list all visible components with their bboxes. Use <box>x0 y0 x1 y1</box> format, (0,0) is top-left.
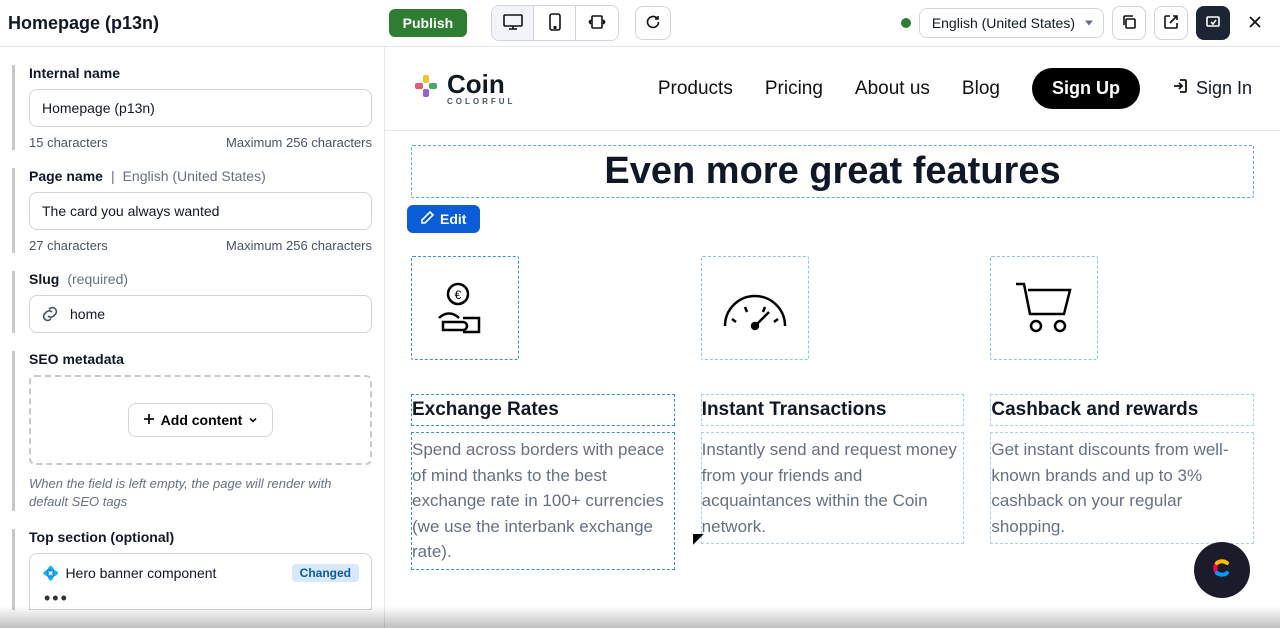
edit-block-button[interactable]: Edit <box>407 205 480 233</box>
field-top-section: Top section (optional) 💠 Hero banner com… <box>12 529 372 610</box>
locale-selector[interactable]: English (United States) <box>919 8 1104 38</box>
external-link-icon <box>1163 14 1179 33</box>
seo-metadata-dropzone[interactable]: Add content <box>29 375 372 465</box>
topbar-right-cluster: English (United States) <box>901 6 1272 40</box>
copy-button[interactable] <box>1112 6 1146 40</box>
preview-pane: Coin COLORFUL Products Pricing About us … <box>385 47 1280 628</box>
diamond-icon: 💠 <box>42 565 59 582</box>
copy-icon <box>1121 14 1137 33</box>
plus-icon <box>143 412 155 428</box>
slug-label: Slug <box>29 271 59 287</box>
features-heading: Even more great features <box>412 150 1253 193</box>
logo-text: Coin <box>447 71 515 97</box>
field-page-name: Page name | English (United States) 27 c… <box>12 168 372 253</box>
editor-sidebar: Internal name 15 characters Maximum 256 … <box>0 47 385 628</box>
signin-icon <box>1172 77 1190 100</box>
mouse-cursor-icon: ◤ <box>693 530 704 547</box>
nav-about[interactable]: About us <box>855 78 930 100</box>
nav-blog[interactable]: Blog <box>962 78 1000 100</box>
component-name: Hero banner component <box>65 565 216 581</box>
hand-coin-icon: € <box>433 274 497 343</box>
editor-topbar: Homepage (p13n) Publish English (United … <box>0 0 1280 47</box>
add-content-button[interactable]: Add content <box>128 403 274 437</box>
slug-input[interactable] <box>29 295 372 333</box>
page-name-count: 27 characters <box>29 238 108 253</box>
site-header: Coin COLORFUL Products Pricing About us … <box>385 47 1280 131</box>
chevron-down-icon <box>248 412 258 428</box>
nav-pricing[interactable]: Pricing <box>765 78 823 100</box>
resize-icon <box>587 14 607 33</box>
seo-hint: When the field is left empty, the page w… <box>29 475 372 511</box>
open-external-button[interactable] <box>1154 6 1188 40</box>
site-logo[interactable]: Coin COLORFUL <box>413 71 515 106</box>
device-responsive-button[interactable] <box>576 6 618 40</box>
svg-text:€: € <box>455 288 462 302</box>
mobile-icon <box>549 13 561 34</box>
page-name-locale: English (United States) <box>123 168 266 184</box>
status-dot-icon <box>901 18 911 28</box>
features-row: € Exchange Rates Spend across borders wi… <box>411 256 1254 570</box>
feature-desc-cashback[interactable]: Get instant discounts from well-known br… <box>990 432 1254 544</box>
internal-name-max: Maximum 256 characters <box>226 135 372 150</box>
feature-icon-instant[interactable] <box>701 256 809 360</box>
field-seo: SEO metadata Add content When the field … <box>12 351 372 511</box>
page-name-label: Page name <box>29 168 103 184</box>
live-preview-icon <box>1205 14 1221 33</box>
feature-title-exchange[interactable]: Exchange Rates <box>411 394 675 426</box>
logo-mark-icon <box>413 73 439 104</box>
desktop-icon <box>503 14 523 33</box>
more-menu-icon[interactable]: ••• <box>42 588 359 609</box>
internal-name-input[interactable] <box>29 89 372 127</box>
page-name-max: Maximum 256 characters <box>226 238 372 253</box>
feature-title-cashback[interactable]: Cashback and rewards <box>990 394 1254 426</box>
close-icon <box>1248 15 1262 32</box>
top-section-label: Top section (optional) <box>29 529 372 545</box>
contentful-logo-icon <box>1207 553 1237 588</box>
publish-button[interactable]: Publish <box>389 9 468 37</box>
pencil-icon <box>421 211 434 227</box>
slug-required: (required) <box>67 271 128 287</box>
reload-button[interactable] <box>635 6 671 40</box>
feature-icon-cashback[interactable] <box>990 256 1098 360</box>
field-internal-name: Internal name 15 characters Maximum 256 … <box>12 65 372 150</box>
page-title: Homepage (p13n) <box>8 13 159 34</box>
live-preview-button[interactable] <box>1196 6 1230 40</box>
feature-title-instant[interactable]: Instant Transactions <box>701 394 965 426</box>
close-button[interactable] <box>1238 6 1272 40</box>
signup-button[interactable]: Sign Up <box>1032 68 1140 109</box>
locale-label: English (United States) <box>932 15 1075 31</box>
signin-label: Sign In <box>1196 78 1252 99</box>
site-nav: Products Pricing About us Blog Sign Up S… <box>658 68 1252 109</box>
page-name-locale-prefix: | <box>111 168 115 184</box>
feature-icon-exchange[interactable]: € <box>411 256 519 360</box>
speedometer-icon <box>720 281 790 336</box>
logo-subtext: COLORFUL <box>447 97 515 106</box>
preview-canvas[interactable]: Even more great features Edit € Exchange… <box>385 131 1280 584</box>
page-name-input[interactable] <box>29 192 372 230</box>
feature-cashback[interactable]: Cashback and rewards Get instant discoun… <box>990 256 1254 570</box>
internal-name-label: Internal name <box>29 65 372 81</box>
edit-label: Edit <box>440 211 466 227</box>
link-icon <box>41 305 59 323</box>
field-slug: Slug (required) <box>12 271 372 333</box>
device-mobile-button[interactable] <box>534 6 576 40</box>
feature-desc-exchange[interactable]: Spend across borders with peace of mind … <box>411 432 675 570</box>
cart-icon <box>1012 278 1076 339</box>
feature-exchange[interactable]: € Exchange Rates Spend across borders wi… <box>411 256 675 570</box>
seo-label: SEO metadata <box>29 351 372 367</box>
top-section-component-card[interactable]: 💠 Hero banner component Changed ••• <box>29 553 372 610</box>
status-badge: Changed <box>292 564 359 582</box>
help-fab[interactable] <box>1194 542 1250 598</box>
feature-desc-instant[interactable]: Instantly send and request money from yo… <box>701 432 965 544</box>
signin-link[interactable]: Sign In <box>1172 77 1252 100</box>
feature-instant[interactable]: Instant Transactions Instantly send and … <box>701 256 965 570</box>
features-heading-block[interactable]: Even more great features <box>411 145 1254 198</box>
nav-products[interactable]: Products <box>658 78 733 100</box>
add-content-label: Add content <box>161 412 243 428</box>
internal-name-count: 15 characters <box>29 135 108 150</box>
reload-icon <box>645 14 661 33</box>
device-preview-group <box>491 5 619 41</box>
device-desktop-button[interactable] <box>492 6 534 40</box>
